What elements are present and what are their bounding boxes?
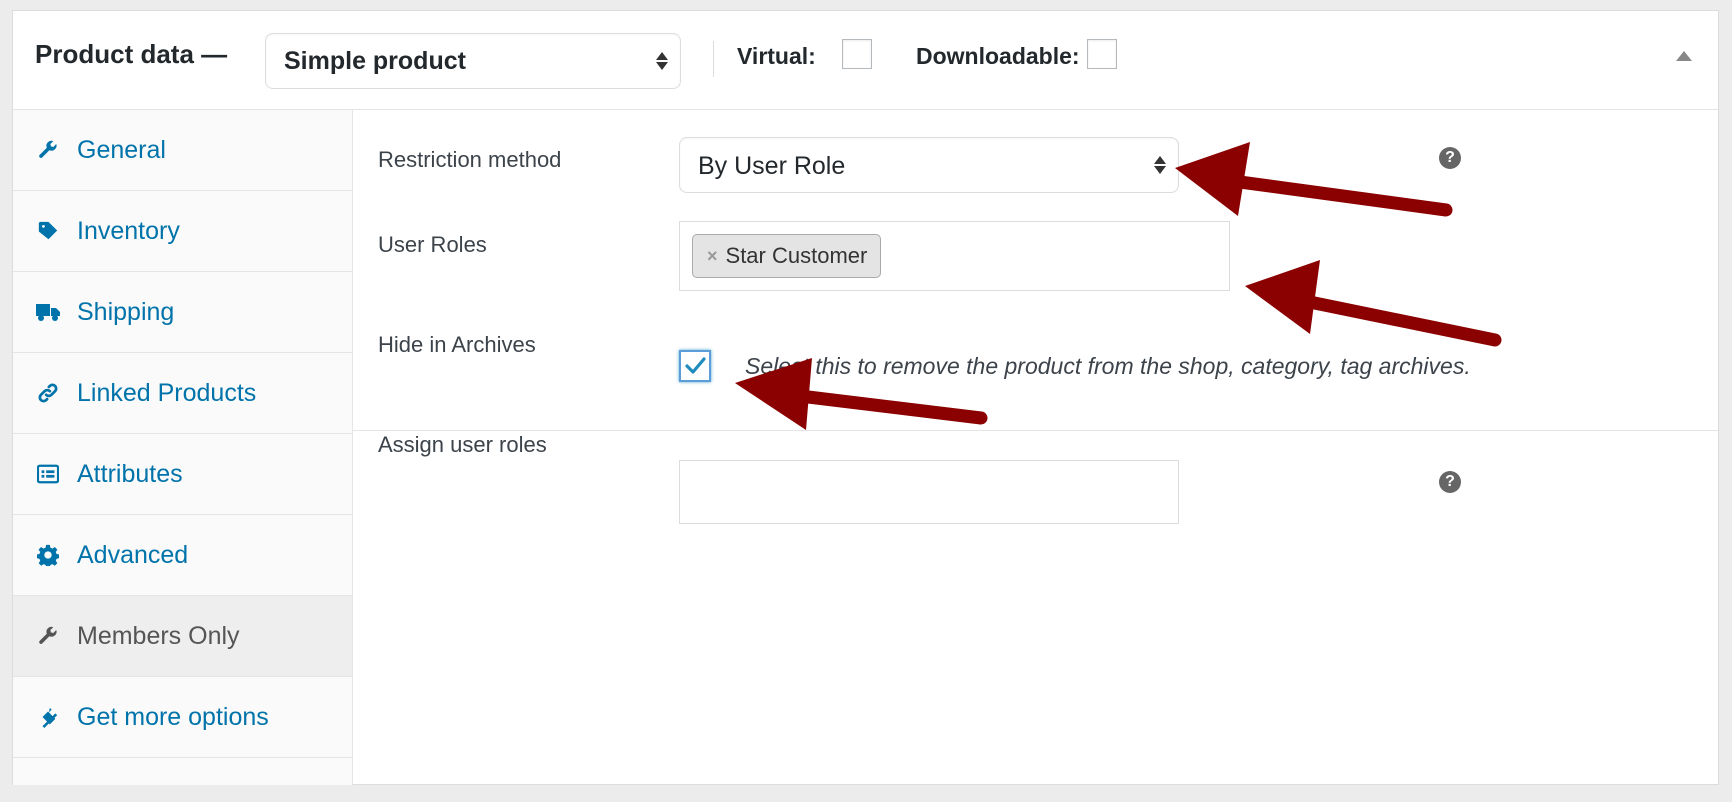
tab-advanced[interactable]: Advanced bbox=[13, 515, 352, 596]
tab-label: General bbox=[77, 135, 166, 164]
tag-icon bbox=[35, 218, 61, 244]
product-data-tabs: General Inventory Shipping Linked Produc… bbox=[13, 110, 353, 785]
truck-icon bbox=[35, 299, 61, 325]
hide-in-archives-description: Select this to remove the product from t… bbox=[745, 353, 1471, 379]
tab-shipping[interactable]: Shipping bbox=[13, 272, 352, 353]
section-divider bbox=[353, 430, 1718, 431]
tab-label: Get more options bbox=[77, 702, 269, 731]
panel-title: Product data — bbox=[35, 39, 228, 69]
header-divider bbox=[713, 41, 714, 77]
tab-members-only[interactable]: Members Only bbox=[13, 596, 352, 677]
select-arrows-icon bbox=[1154, 156, 1166, 174]
wrench-icon bbox=[35, 623, 61, 649]
collapse-toggle-icon[interactable] bbox=[1676, 51, 1692, 61]
restriction-method-value: By User Role bbox=[698, 152, 846, 180]
user-roles-input[interactable]: × Star Customer bbox=[679, 221, 1230, 291]
help-icon[interactable]: ? bbox=[1439, 147, 1461, 169]
tab-attributes[interactable]: Attributes bbox=[13, 434, 352, 515]
plugin-icon bbox=[35, 704, 61, 730]
select-arrows-icon bbox=[656, 52, 668, 70]
gear-icon bbox=[35, 542, 61, 568]
tab-label: Shipping bbox=[77, 297, 175, 326]
virtual-label: Virtual: bbox=[737, 43, 816, 69]
tab-get-more-options[interactable]: Get more options bbox=[13, 677, 352, 758]
downloadable-label: Downloadable: bbox=[916, 43, 1080, 69]
tab-label: Advanced bbox=[77, 540, 189, 569]
assign-user-roles-input[interactable] bbox=[679, 460, 1179, 524]
hide-in-archives-label: Hide in Archives bbox=[378, 332, 536, 357]
product-data-panel: Product data — Simple product Virtual: D… bbox=[12, 10, 1719, 785]
product-type-value: Simple product bbox=[284, 47, 466, 75]
virtual-checkbox[interactable] bbox=[842, 39, 872, 69]
assign-user-roles-label: Assign user roles bbox=[378, 432, 547, 457]
product-type-select[interactable]: Simple product bbox=[265, 33, 681, 89]
members-only-panel: Restriction method By User Role ? User R… bbox=[353, 110, 1718, 785]
downloadable-checkbox[interactable] bbox=[1087, 39, 1117, 69]
link-icon bbox=[35, 380, 61, 406]
restriction-method-select[interactable]: By User Role bbox=[679, 137, 1179, 193]
tab-label: Attributes bbox=[77, 459, 183, 488]
restriction-method-label: Restriction method bbox=[378, 147, 562, 172]
tab-label: Inventory bbox=[77, 216, 180, 245]
help-icon[interactable]: ? bbox=[1439, 471, 1461, 493]
wrench-icon bbox=[35, 137, 61, 163]
hide-in-archives-checkbox[interactable] bbox=[679, 350, 711, 382]
remove-token-icon[interactable]: × bbox=[707, 246, 718, 267]
tab-label: Linked Products bbox=[77, 378, 257, 407]
tab-general[interactable]: General bbox=[13, 110, 352, 191]
tab-inventory[interactable]: Inventory bbox=[13, 191, 352, 272]
user-role-token: × Star Customer bbox=[692, 234, 882, 278]
product-data-header: Product data — Simple product Virtual: D… bbox=[13, 11, 1718, 110]
checkmark-icon bbox=[685, 357, 706, 374]
tab-linked-products[interactable]: Linked Products bbox=[13, 353, 352, 434]
token-label: Star Customer bbox=[725, 243, 868, 268]
tab-label: Members Only bbox=[77, 621, 240, 650]
user-roles-label: User Roles bbox=[378, 232, 487, 257]
list-icon bbox=[35, 461, 61, 487]
